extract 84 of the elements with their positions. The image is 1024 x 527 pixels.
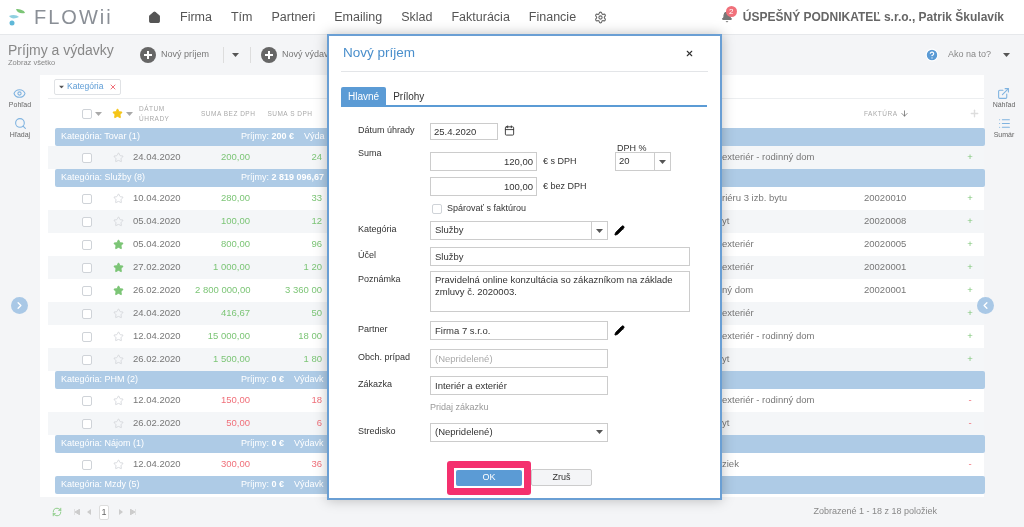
table-cell-text: 12	[310, 214, 322, 229]
group-title: Kategória: Mzdy (5)	[61, 478, 141, 492]
field-label: Poznámka	[358, 273, 402, 286]
table-cell-text: yt	[722, 416, 731, 431]
group-title: Kategória: Nájom (1)	[61, 437, 146, 451]
table-cell-text: exteriér	[722, 306, 755, 321]
table-cell-text: 50	[310, 306, 322, 321]
table-cell-text: 100,00	[219, 214, 250, 229]
table-cell: 20020001	[864, 261, 907, 273]
table-cell-text: 15 000,00	[206, 329, 250, 344]
table-cell-text: 05.04.2020	[133, 237, 182, 252]
table-cell-text: 800,00	[219, 237, 250, 252]
table-cell-text: 200,00	[219, 150, 250, 165]
field-label: DPH %	[617, 145, 648, 152]
group-expense: Výdavk	[294, 373, 324, 387]
table-cell-text: 24.04.2020	[133, 150, 182, 165]
table-cell-text: 26.02.2020	[133, 416, 182, 431]
table-cell-text: 12.04.2020	[133, 457, 182, 472]
field-label: Kategória	[358, 223, 398, 236]
field-label: Dátum úhrady	[358, 124, 416, 137]
group-income: Príjmy: 200 €	[241, 130, 295, 144]
table-cell-text: 26.02.2020	[133, 352, 182, 367]
table-cell-text: 1 80	[302, 352, 322, 367]
group-title: Kategória: Tovar (1)	[61, 130, 141, 144]
table-cell-text: 10.04.2020	[133, 191, 182, 206]
table-cell-text: 150,00	[219, 393, 250, 408]
table-cell-text: ziek	[722, 457, 740, 472]
table-cell: 20020008	[864, 215, 907, 227]
table-cell-text: 24	[310, 150, 322, 165]
table-cell: 20020005	[864, 238, 907, 250]
field-label: Stredisko	[358, 424, 397, 438]
field-label: Suma	[358, 147, 383, 160]
status-text: Zobrazené 1 - 18 z 18 položiek	[813, 505, 937, 519]
table-cell-text: 18 00	[297, 329, 322, 344]
table-cell-text: yt	[722, 352, 731, 367]
table-cell-text: 1 000,00	[212, 260, 250, 275]
table-cell: 2 800 000,00	[195, 283, 250, 298]
unit-label: € bez DPH	[543, 179, 587, 193]
group-income: Príjmy: 0 €	[241, 373, 285, 387]
table-cell-text: exteriér	[722, 237, 755, 252]
field-label: Obch. prípad	[358, 351, 412, 364]
table-cell-text: 12.04.2020	[133, 329, 182, 344]
table-cell-text: 05.04.2020	[133, 214, 182, 229]
notification-badge: 2	[725, 6, 737, 17]
group-income: Príjmy: 2 819 096,67	[241, 171, 325, 185]
table-cell-text: 1 500,00	[212, 352, 250, 367]
table-cell-text: 24.04.2020	[133, 306, 182, 321]
table-cell-text: 96	[310, 237, 322, 252]
table-cell-text: 6	[315, 416, 322, 431]
table-cell-text: riéru 3 izb. bytu	[722, 191, 788, 206]
group-income: Príjmy: 0 €	[241, 437, 285, 451]
table-cell-text: 416,67	[219, 306, 250, 321]
table-cell-text: yt	[722, 214, 731, 229]
field-label: Zákazka	[358, 378, 393, 391]
group-expense: Výdavk	[294, 478, 324, 492]
table-cell-text: exteriér - rodinný dom	[722, 329, 816, 344]
group-title: Kategória: PHM (2)	[61, 373, 140, 387]
table-cell-text: 12.04.2020	[133, 393, 182, 408]
table-cell-text: 280,00	[219, 191, 250, 206]
table-cell-text: exteriér - rodinný dom	[722, 150, 816, 165]
group-title: Kategória: Služby (8)	[61, 171, 147, 185]
table-cell-text: 1 20	[302, 260, 322, 275]
group-expense: Výda	[304, 130, 325, 144]
table-cell-text: exteriér	[722, 260, 755, 275]
table-cell-text: 50,00	[225, 416, 250, 431]
unit-label: € s DPH	[543, 154, 578, 168]
logo-text: FLOWii	[34, 5, 113, 30]
table-cell-text: exteriér - rodinný dom	[722, 393, 816, 408]
group-expense: Výdavk	[294, 437, 324, 451]
table-cell-text: 27.02.2020	[133, 260, 182, 275]
table-cell-text: ný dom	[722, 283, 755, 298]
table-cell-text: 36	[310, 457, 322, 472]
field-label: Účel	[358, 249, 377, 262]
dialog-title: Nový príjem	[343, 44, 415, 63]
page-title: Príjmy a výdavky	[8, 43, 115, 58]
table-cell-text: 300,00	[219, 457, 250, 472]
table-cell-text: 18	[310, 393, 322, 408]
table-cell: 20020001	[864, 284, 907, 296]
table-cell-text: 3 360 00	[284, 283, 322, 298]
table-cell-text: 33	[310, 191, 322, 206]
group-income: Príjmy: 0 €	[241, 478, 285, 492]
field-label: Partner	[358, 323, 389, 336]
table-cell: 20020010	[864, 192, 907, 204]
table-cell-text: 26.02.2020	[133, 283, 182, 298]
